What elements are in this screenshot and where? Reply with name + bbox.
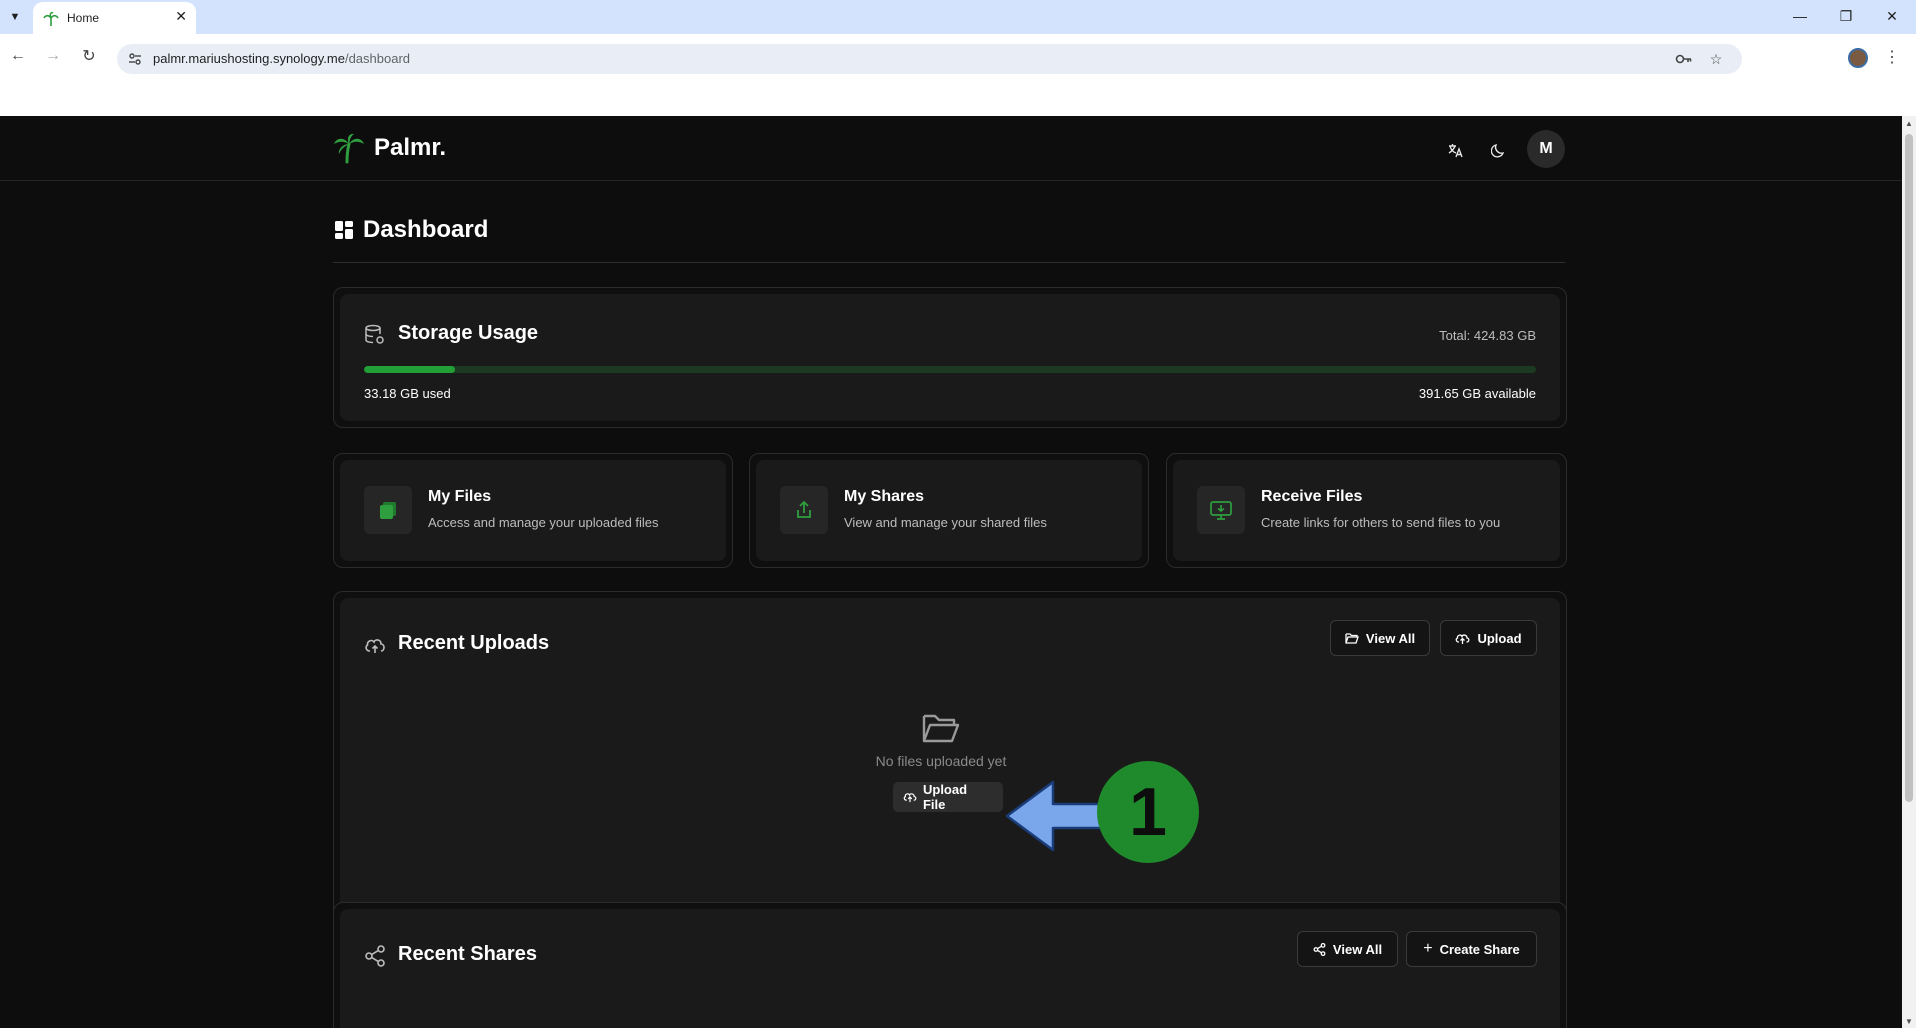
recent-shares-card: Recent Shares View All + Create Share <box>333 902 1567 1028</box>
palm-favicon-icon <box>43 11 59 26</box>
upload-button[interactable]: Upload <box>1440 620 1537 656</box>
upload-file-button[interactable]: Upload File <box>893 782 1003 812</box>
storage-progress-bar <box>364 366 1536 373</box>
upload-label: Upload <box>1477 630 1522 646</box>
receive-files-card-body: Receive Files Create links for others to… <box>1173 460 1560 561</box>
back-icon[interactable]: ← <box>4 42 32 70</box>
receive-files-title: Receive Files <box>1261 488 1363 505</box>
my-shares-title: My Shares <box>844 488 925 505</box>
tab-search-chevron-icon[interactable]: ▼ <box>4 7 26 27</box>
storage-usage-card: Storage Usage Total: 424.83 GB 33.18 GB … <box>333 287 1567 428</box>
profile-avatar-icon[interactable] <box>1848 48 1868 68</box>
browser-menu-icon[interactable]: ⋮ <box>1884 44 1900 72</box>
address-bar[interactable]: palmr.mariushosting.synology.me/dashboar… <box>117 44 1742 74</box>
storage-total: Total: 424.83 GB <box>1439 328 1536 343</box>
database-settings-icon <box>365 324 384 344</box>
page-title: Dashboard <box>363 216 489 243</box>
dashboard-grid-icon <box>335 221 353 239</box>
annotation-step-number: 1 <box>1129 774 1167 850</box>
url-text[interactable]: palmr.mariushosting.synology.me/dashboar… <box>153 51 410 66</box>
brand[interactable]: Palmr. <box>332 132 446 164</box>
close-window-icon[interactable]: ✕ <box>1874 4 1910 28</box>
browser-tab[interactable]: Home ✕ <box>33 2 196 34</box>
view-all-uploads-label: View All <box>1365 630 1416 646</box>
my-shares-card-body: My Shares View and manage your shared fi… <box>756 460 1142 561</box>
cloud-upload-icon <box>365 639 385 653</box>
brand-name: Palmr. <box>374 134 447 161</box>
app-viewport: Palmr. M Dashboard Storage Usage Total: … <box>0 116 1902 1028</box>
minimize-icon[interactable]: — <box>1782 4 1818 28</box>
share-nodes-icon <box>365 945 385 967</box>
storage-title: Storage Usage <box>398 322 539 344</box>
files-icon <box>364 486 412 534</box>
my-files-description: Access and manage your uploaded files <box>428 515 659 530</box>
site-settings-icon[interactable] <box>127 51 143 67</box>
password-key-icon[interactable] <box>1675 50 1693 68</box>
folder-open-icon <box>1345 633 1359 644</box>
page-title-row: Dashboard <box>335 216 488 244</box>
user-avatar[interactable]: M <box>1527 130 1565 168</box>
language-icon[interactable] <box>1441 136 1469 164</box>
storage-usage-card-body: Storage Usage Total: 424.83 GB 33.18 GB … <box>340 294 1560 421</box>
upload-cloud-small-icon <box>903 793 917 803</box>
receive-files-card[interactable]: Receive Files Create links for others to… <box>1166 453 1567 568</box>
view-all-shares-label: View All <box>1332 941 1383 957</box>
title-divider <box>333 262 1565 263</box>
storage-progress-fill <box>364 366 456 373</box>
page-scrollbar[interactable]: ▲ ▼ <box>1902 116 1916 1028</box>
scroll-up-arrow-icon[interactable]: ▲ <box>1902 116 1916 130</box>
url-path: /dashboard <box>344 51 411 66</box>
plus-icon: + <box>1423 940 1433 957</box>
url-host: palmr.mariushosting.synology.me <box>153 51 345 66</box>
storage-used: 33.18 GB used <box>364 386 451 401</box>
create-share-label: Create Share <box>1439 941 1520 957</box>
upload-cloud-icon <box>1456 633 1470 644</box>
my-files-card[interactable]: My Files Access and manage your uploaded… <box>333 453 733 568</box>
view-all-uploads-button[interactable]: View All <box>1330 620 1430 656</box>
bookmark-star-icon[interactable]: ☆ <box>1707 50 1725 68</box>
create-share-button[interactable]: + Create Share <box>1406 931 1537 967</box>
dark-mode-moon-icon[interactable] <box>1485 136 1513 164</box>
scrollbar-thumb[interactable] <box>1905 134 1913 802</box>
app-header: Palmr. M <box>0 116 1902 181</box>
empty-folder-icon <box>922 714 960 743</box>
reload-icon[interactable]: ↻ <box>75 42 103 70</box>
monitor-download-icon <box>1197 486 1245 534</box>
share-upload-icon <box>780 486 828 534</box>
my-files-title: My Files <box>428 488 492 505</box>
scroll-down-arrow-icon[interactable]: ▼ <box>1902 1014 1916 1028</box>
annotation-step-badge: 1 <box>1097 761 1199 863</box>
tab-close-icon[interactable]: ✕ <box>175 8 187 25</box>
upload-file-label: Upload File <box>922 782 968 812</box>
recent-uploads-title: Recent Uploads <box>398 632 550 654</box>
palm-logo-icon <box>334 133 364 164</box>
receive-files-description: Create links for others to send files to… <box>1261 515 1501 530</box>
my-files-card-body: My Files Access and manage your uploaded… <box>340 460 726 561</box>
view-all-shares-button[interactable]: View All <box>1297 931 1398 967</box>
my-shares-card[interactable]: My Shares View and manage your shared fi… <box>749 453 1149 568</box>
recent-shares-card-body: Recent Shares View All + Create Share <box>340 909 1560 1028</box>
forward-icon[interactable]: → <box>39 42 67 70</box>
browser-toolbar: ← → ↻ palmr.mariushosting.synology.me/da… <box>0 34 1916 116</box>
storage-available: 391.65 GB available <box>1418 386 1536 401</box>
share-small-icon <box>1313 942 1326 956</box>
my-shares-description: View and manage your shared files <box>844 515 1047 530</box>
recent-shares-title: Recent Shares <box>398 943 537 965</box>
browser-tab-strip: ▼ Home ✕ — ❐ ✕ <box>0 0 1916 34</box>
tab-title: Home <box>67 11 100 25</box>
restore-icon[interactable]: ❐ <box>1828 4 1864 28</box>
